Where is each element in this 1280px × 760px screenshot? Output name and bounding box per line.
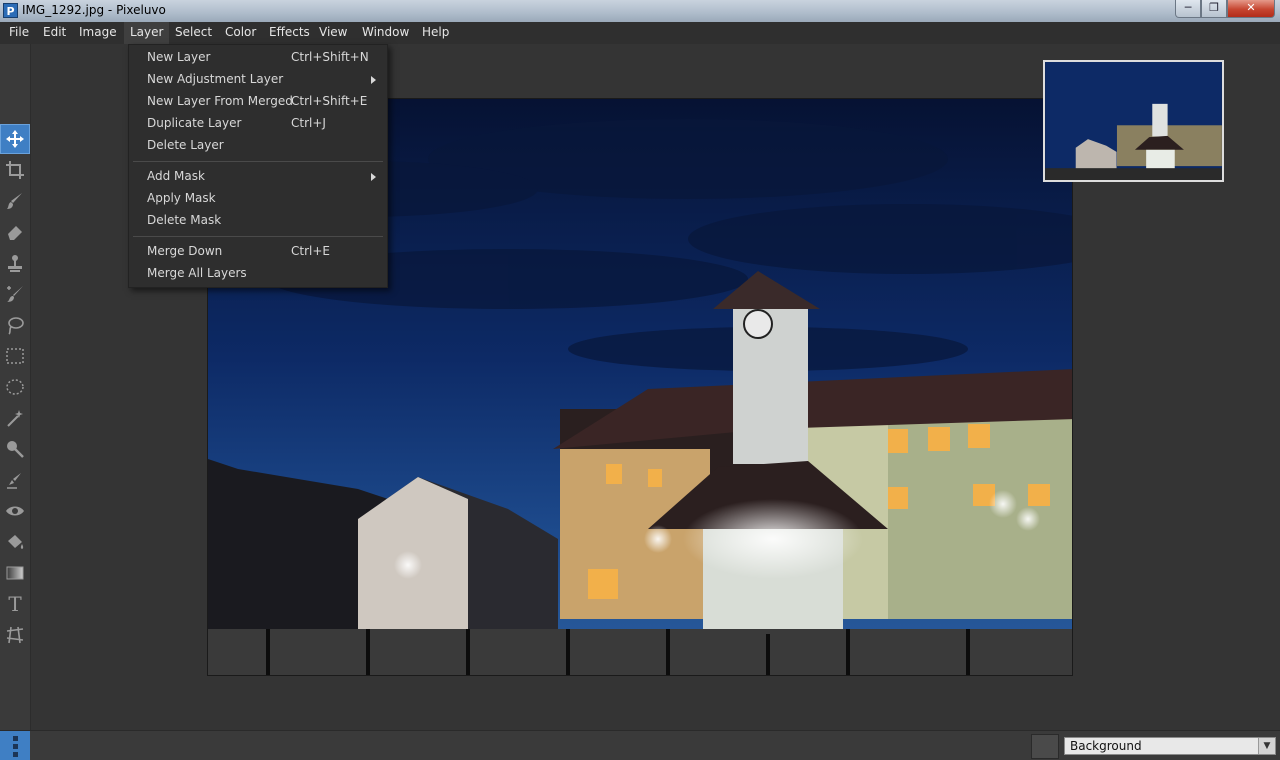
menu-item-shortcut: Ctrl+Shift+N — [291, 50, 369, 64]
menu-item-label: Delete Mask — [147, 213, 222, 227]
window-title: IMG_1292.jpg - Pixeluvo — [22, 3, 166, 17]
menu-image[interactable]: Image — [73, 22, 123, 44]
menu-item-new-layer-from-merged[interactable]: New Layer From Merged Ctrl+Shift+E — [129, 91, 387, 113]
gradient-icon — [6, 566, 24, 580]
rect-select-tool[interactable] — [0, 341, 30, 371]
menu-item-new-adjustment-layer[interactable]: New Adjustment Layer — [129, 69, 387, 91]
layer-select-dropdown[interactable]: Background ▼ — [1064, 737, 1276, 755]
lasso-icon — [8, 317, 24, 335]
ellipse-select-icon — [6, 379, 24, 395]
eraser-icon — [8, 226, 22, 240]
rect-select-icon — [6, 348, 24, 364]
magic-wand-tool[interactable] — [0, 403, 30, 433]
menu-item-label: New Layer — [147, 50, 211, 64]
menu-item-label: Duplicate Layer — [147, 116, 242, 130]
brush-tool[interactable] — [0, 186, 30, 216]
paint-bucket-tool[interactable] — [0, 527, 30, 557]
menu-item-add-mask[interactable]: Add Mask — [129, 166, 387, 188]
clone-stamp-tool[interactable] — [0, 248, 30, 278]
close-button[interactable]: ✕ — [1227, 0, 1275, 18]
submenu-arrow-icon — [371, 173, 376, 181]
menu-item-label: Merge Down — [147, 244, 223, 258]
menu-effects[interactable]: Effects — [263, 22, 316, 44]
dodge-tool[interactable] — [0, 434, 30, 464]
menu-item-merge-all-layers[interactable]: Merge All Layers — [129, 263, 387, 285]
menu-layer[interactable]: Layer — [124, 22, 170, 44]
smudge-icon — [7, 473, 21, 489]
layer-stack-icon — [12, 751, 18, 757]
layer-stack-icon — [12, 743, 18, 749]
healing-icon — [7, 286, 23, 302]
chevron-down-icon[interactable]: ▼ — [1258, 738, 1275, 754]
title-bar: P IMG_1292.jpg - Pixeluvo ─ ❐ ✕ — [0, 0, 1280, 22]
menu-item-merge-down[interactable]: Merge Down Ctrl+E — [129, 241, 387, 263]
smudge-tool[interactable] — [0, 465, 30, 495]
move-icon — [6, 130, 24, 148]
navigator-thumbnail[interactable] — [1043, 60, 1224, 182]
menu-window[interactable]: Window — [356, 22, 415, 44]
brush-icon — [7, 193, 22, 209]
menu-item-shortcut: Ctrl+E — [291, 244, 330, 258]
bucket-icon — [8, 535, 24, 549]
magic-wand-icon — [7, 410, 23, 427]
tools-panel: T — [0, 44, 31, 730]
menu-item-shortcut: Ctrl+Shift+E — [291, 94, 368, 108]
menu-item-apply-mask[interactable]: Apply Mask — [129, 188, 387, 210]
eraser-tool[interactable] — [0, 217, 30, 247]
minimize-button[interactable]: ─ — [1175, 0, 1201, 18]
healing-tool[interactable] — [0, 279, 30, 309]
menu-select[interactable]: Select — [169, 22, 218, 44]
menu-separator — [133, 236, 383, 237]
navigator-preview-image — [1045, 62, 1222, 180]
lasso-tool[interactable] — [0, 310, 30, 340]
gradient-tool[interactable] — [0, 558, 30, 588]
perspective-icon — [6, 626, 24, 644]
menu-file[interactable]: File — [3, 22, 35, 44]
menu-item-label: Add Mask — [147, 169, 205, 183]
text-icon: T — [8, 592, 22, 616]
menu-item-delete-layer[interactable]: Delete Layer — [129, 135, 387, 157]
text-tool[interactable]: T — [0, 589, 30, 619]
red-eye-tool[interactable] — [0, 496, 30, 526]
menu-bar: File Edit Image Layer Select Color Effec… — [0, 22, 1280, 44]
menu-item-duplicate-layer[interactable]: Duplicate Layer Ctrl+J — [129, 113, 387, 135]
red-eye-icon — [6, 506, 24, 516]
maximize-button[interactable]: ❐ — [1201, 0, 1227, 18]
perspective-tool[interactable] — [0, 620, 30, 650]
menu-item-label: Delete Layer — [147, 138, 224, 152]
menu-help[interactable]: Help — [416, 22, 455, 44]
layers-panel-toggle-button[interactable] — [0, 731, 30, 760]
menu-item-delete-mask[interactable]: Delete Mask — [129, 210, 387, 232]
clone-stamp-icon — [8, 255, 22, 272]
menu-item-new-layer[interactable]: New Layer Ctrl+Shift+N — [129, 47, 387, 69]
menu-view[interactable]: View — [313, 22, 353, 44]
menu-item-label: New Layer From Merged — [147, 94, 293, 108]
crop-icon — [6, 161, 24, 179]
layer-thumbnail[interactable] — [1031, 734, 1059, 759]
app-window: P IMG_1292.jpg - Pixeluvo ─ ❐ ✕ File Edi… — [0, 0, 1280, 760]
menu-item-label: Merge All Layers — [147, 266, 247, 280]
submenu-arrow-icon — [371, 76, 376, 84]
layer-stack-icon — [12, 735, 18, 741]
menu-color[interactable]: Color — [219, 22, 262, 44]
crop-tool[interactable] — [0, 155, 30, 185]
menu-item-shortcut: Ctrl+J — [291, 116, 326, 130]
status-bar: Background ▼ — [0, 730, 1280, 760]
ellipse-select-tool[interactable] — [0, 372, 30, 402]
menu-item-label: New Adjustment Layer — [147, 72, 284, 86]
pixeluvo-logo-icon: P — [3, 3, 18, 18]
menu-separator — [133, 161, 383, 162]
move-tool[interactable] — [0, 124, 30, 154]
layer-select-value: Background — [1070, 739, 1142, 753]
layer-menu-dropdown: New Layer Ctrl+Shift+N New Adjustment La… — [128, 44, 388, 288]
dodge-icon — [7, 441, 24, 458]
menu-edit[interactable]: Edit — [37, 22, 72, 44]
menu-item-label: Apply Mask — [147, 191, 216, 205]
